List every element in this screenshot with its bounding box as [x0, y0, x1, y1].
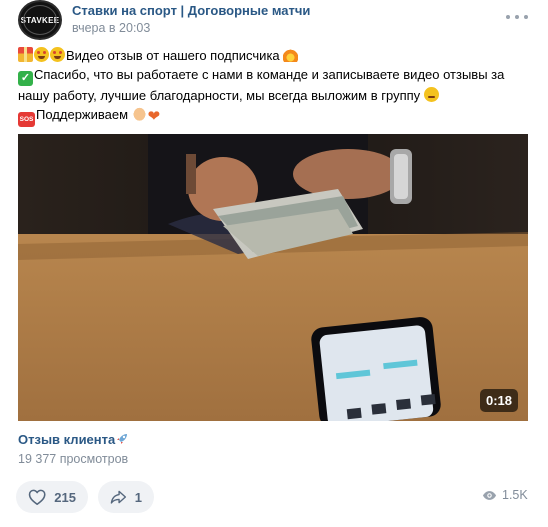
- smirk-emoji-icon: [423, 87, 439, 102]
- post-line-3-text: нашу работу, лучшие благодарности, мы вс…: [18, 88, 421, 103]
- share-arrow-icon: [110, 490, 127, 504]
- video-views-count: 19 377 просмотров: [18, 452, 129, 466]
- fire-emoji-icon: [283, 47, 299, 62]
- share-count: 1: [134, 489, 142, 505]
- post-line-2: ✓ Спасибо, что вы работаете с нами в кома…: [18, 65, 532, 86]
- like-button[interactable]: 215: [16, 481, 88, 513]
- orange-heart-emoji-icon: ❤: [147, 108, 161, 125]
- post-text: Видео отзыв от нашего подписчика ✓ Спасиб…: [18, 46, 532, 127]
- post-line-1: Видео отзыв от нашего подписчика: [18, 46, 532, 65]
- post-line-3: нашу работу, лучшие благодарности, мы вс…: [18, 86, 532, 105]
- gift-emoji-icon: [18, 47, 33, 62]
- post-line-4-text: Поддерживаем: [36, 107, 129, 122]
- like-count: 215: [54, 489, 76, 505]
- video-player[interactable]: 0:18: [18, 134, 528, 421]
- sos-emoji-icon: SOS: [18, 112, 35, 127]
- post-card: STAVKEE Ставки на спорт | Договорные мат…: [0, 0, 548, 527]
- rocket-icon: [117, 434, 128, 444]
- more-dots-icon[interactable]: [506, 10, 528, 24]
- heart-icon: [28, 489, 46, 506]
- check-mark-emoji-icon: ✓: [18, 71, 33, 86]
- post-timestamp[interactable]: вчера в 20:03: [72, 21, 150, 35]
- post-line-1-text: Видео отзыв от нашего подписчика: [66, 48, 280, 63]
- video-thumbnail: [18, 134, 528, 421]
- pointing-hand-emoji-icon: [131, 106, 147, 121]
- star-eyes-emoji-icon: [50, 47, 65, 62]
- post-line-2-text: Спасибо, что вы работаете с нами в коман…: [34, 67, 505, 82]
- post-views-count: 1.5K: [502, 488, 528, 502]
- eye-icon: [482, 490, 497, 500]
- post-line-4: SOS Поддерживаем ❤: [18, 105, 532, 127]
- avatar-ring: [23, 5, 57, 35]
- video-duration-badge: 0:18: [479, 389, 518, 412]
- group-name-link[interactable]: Ставки на спорт | Договорные матчи: [72, 3, 310, 18]
- video-title-text: Отзыв клиента: [18, 432, 116, 447]
- video-title-link[interactable]: Отзыв клиента: [18, 432, 128, 447]
- share-button[interactable]: 1: [98, 481, 154, 513]
- star-eyes-emoji-icon: [34, 47, 49, 62]
- group-avatar[interactable]: STAVKEE: [18, 0, 62, 40]
- post-views-counter: 1.5K: [482, 488, 528, 502]
